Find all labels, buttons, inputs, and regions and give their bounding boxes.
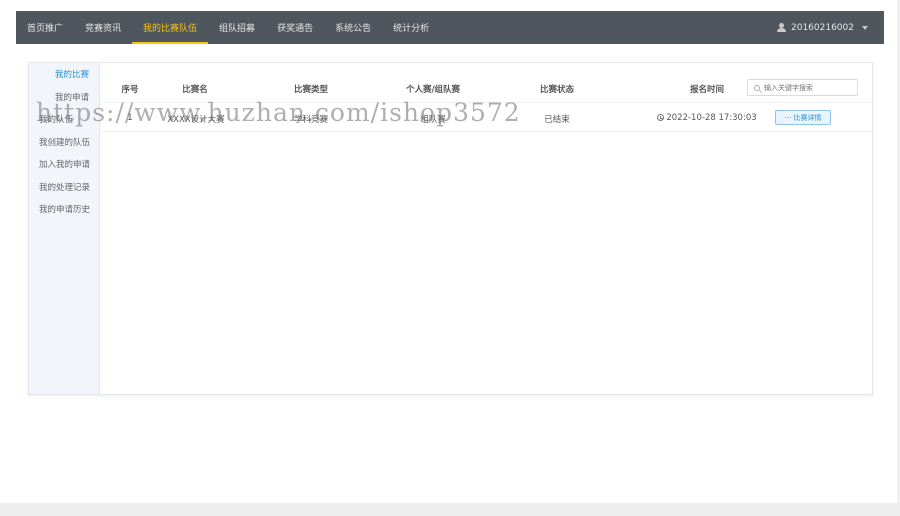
- user-icon: [777, 23, 786, 32]
- sidebar-item-created-teams[interactable]: 我创建的队伍: [29, 132, 99, 155]
- column-header-index: 序号: [121, 85, 139, 95]
- bottom-edge: [0, 503, 900, 516]
- sidebar-item-my-competitions[interactable]: 我的比赛: [29, 64, 99, 87]
- cell-time: 2022-10-28 17:30:03: [649, 113, 765, 123]
- column-header-time: 报名时间: [689, 85, 724, 95]
- nav-item-awards[interactable]: 获奖通告: [266, 11, 324, 44]
- cell-mode: 组队赛: [420, 115, 446, 125]
- user-menu[interactable]: 20160216002: [777, 11, 884, 44]
- cell-index: 1: [127, 113, 133, 123]
- main-panel: 我的比赛 我的申请 我的队伍 我创建的队伍 加入我的申请 我的处理记录 我的申请…: [28, 62, 873, 395]
- search-icon: [754, 84, 760, 91]
- sidebar-item-my-applications[interactable]: 我的申请: [29, 87, 99, 110]
- table-header: 序号 比赛名 比赛类型 个人赛/组队赛 比赛状态 报名时间: [101, 73, 872, 103]
- cell-status: 已结束: [544, 115, 570, 125]
- sidebar-item-handling-records[interactable]: 我的处理记录: [29, 177, 99, 200]
- cell-name: XXXX设计大赛: [167, 115, 225, 125]
- column-header-mode: 个人赛/组队赛: [405, 85, 461, 95]
- clock-icon: [657, 114, 665, 121]
- search-input[interactable]: [764, 83, 854, 92]
- table-row: 1 XXXX设计大赛 学科竞赛 组队赛 已结束 2022-10-28 17:30…: [101, 104, 872, 132]
- sidebar-item-application-history[interactable]: 我的申请历史: [29, 199, 99, 222]
- column-header-type: 比赛类型: [293, 85, 328, 95]
- nav-item-announcements[interactable]: 系统公告: [324, 11, 382, 44]
- search-box[interactable]: [747, 79, 858, 96]
- column-header-status: 比赛状态: [539, 85, 574, 95]
- sidebar-item-join-requests[interactable]: 加入我的申请: [29, 154, 99, 177]
- nav-item-my-competitions[interactable]: 我的比赛队伍: [132, 11, 209, 44]
- nav-item-home[interactable]: 首页推广: [16, 11, 74, 44]
- chevron-down-icon: [862, 25, 868, 30]
- left-margin: [0, 0, 16, 516]
- nav-item-recruit[interactable]: 组队招募: [208, 11, 266, 44]
- cell-type: 学科竞赛: [293, 115, 328, 125]
- competition-table: 序号 比赛名 比赛类型 个人赛/组队赛 比赛状态 报名时间 1 XXXX设计大赛…: [101, 63, 872, 394]
- column-header-name: 比赛名: [182, 85, 208, 95]
- sidebar-item-my-teams[interactable]: 我的队伍: [29, 109, 99, 132]
- nav-item-news[interactable]: 竞赛资讯: [74, 11, 132, 44]
- nav-item-statistics[interactable]: 统计分析: [382, 11, 440, 44]
- cell-time-text: 2022-10-28 17:30:03: [666, 113, 757, 123]
- top-navbar: 首页推广 竞赛资讯 我的比赛队伍 组队招募 获奖通告 系统公告 统计分析 201…: [16, 11, 884, 44]
- sidebar: 我的比赛 我的申请 我的队伍 我创建的队伍 加入我的申请 我的处理记录 我的申请…: [29, 63, 100, 394]
- username: 20160216002: [791, 22, 854, 33]
- competition-detail-button[interactable]: ··· 比赛详情: [775, 110, 831, 125]
